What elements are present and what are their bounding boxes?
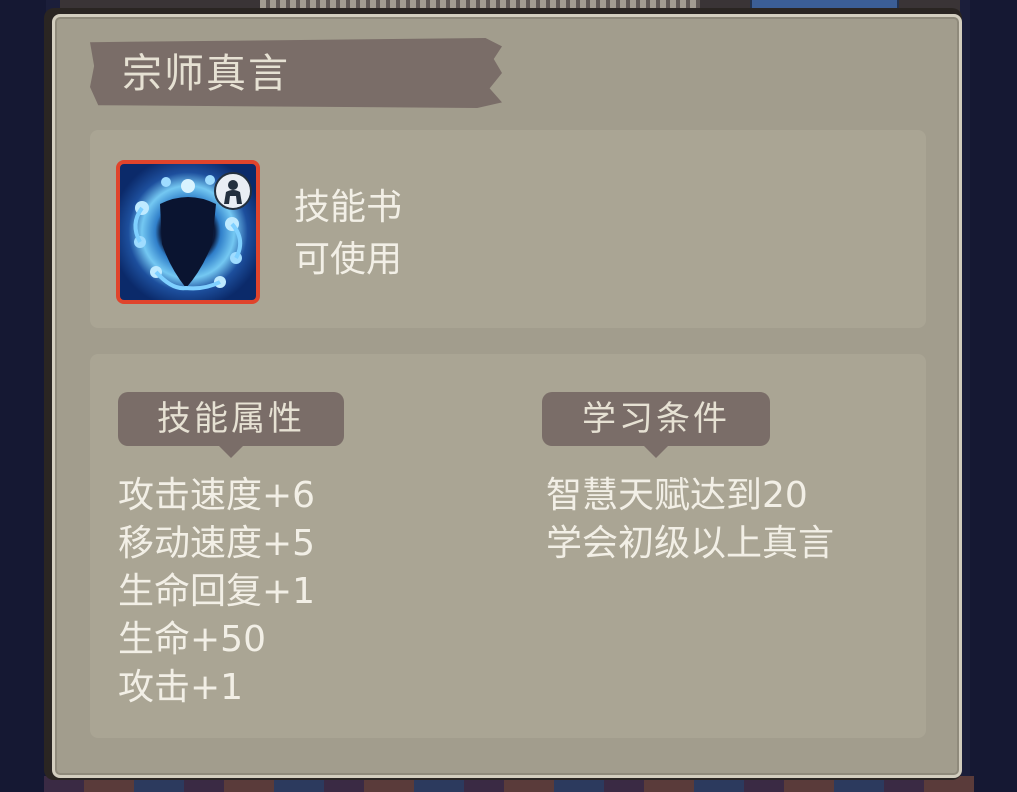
- item-type-label: 技能书: [294, 187, 403, 228]
- attributes-list: 攻击速度+6 移动速度+5 生命回复+1 生命+50 攻击+1: [118, 472, 315, 712]
- requirements-header: 学习条件: [542, 392, 770, 458]
- figure-badge-icon: [214, 172, 252, 210]
- background-text: [260, 0, 700, 8]
- attribute-item: 移动速度+5: [118, 523, 316, 564]
- attributes-header: 技能属性: [118, 392, 344, 458]
- attribute-item: 生命回复+1: [118, 571, 316, 612]
- attribute-item: 攻击+1: [118, 667, 244, 708]
- attribute-item: 攻击速度+6: [118, 475, 316, 516]
- usable-status: 可使用: [294, 239, 403, 280]
- background-right: [970, 0, 1017, 792]
- background-left: [0, 0, 46, 792]
- skill-title: 宗师真言: [122, 51, 290, 97]
- attribute-item: 生命+50: [118, 619, 266, 660]
- shield-spirit-skill-icon[interactable]: [116, 160, 260, 304]
- requirement-item: 学会初级以上真言: [546, 523, 835, 564]
- requirements-list: 智慧天赋达到20 学会初级以上真言: [546, 472, 834, 568]
- requirement-item: 智慧天赋达到20: [546, 475, 808, 516]
